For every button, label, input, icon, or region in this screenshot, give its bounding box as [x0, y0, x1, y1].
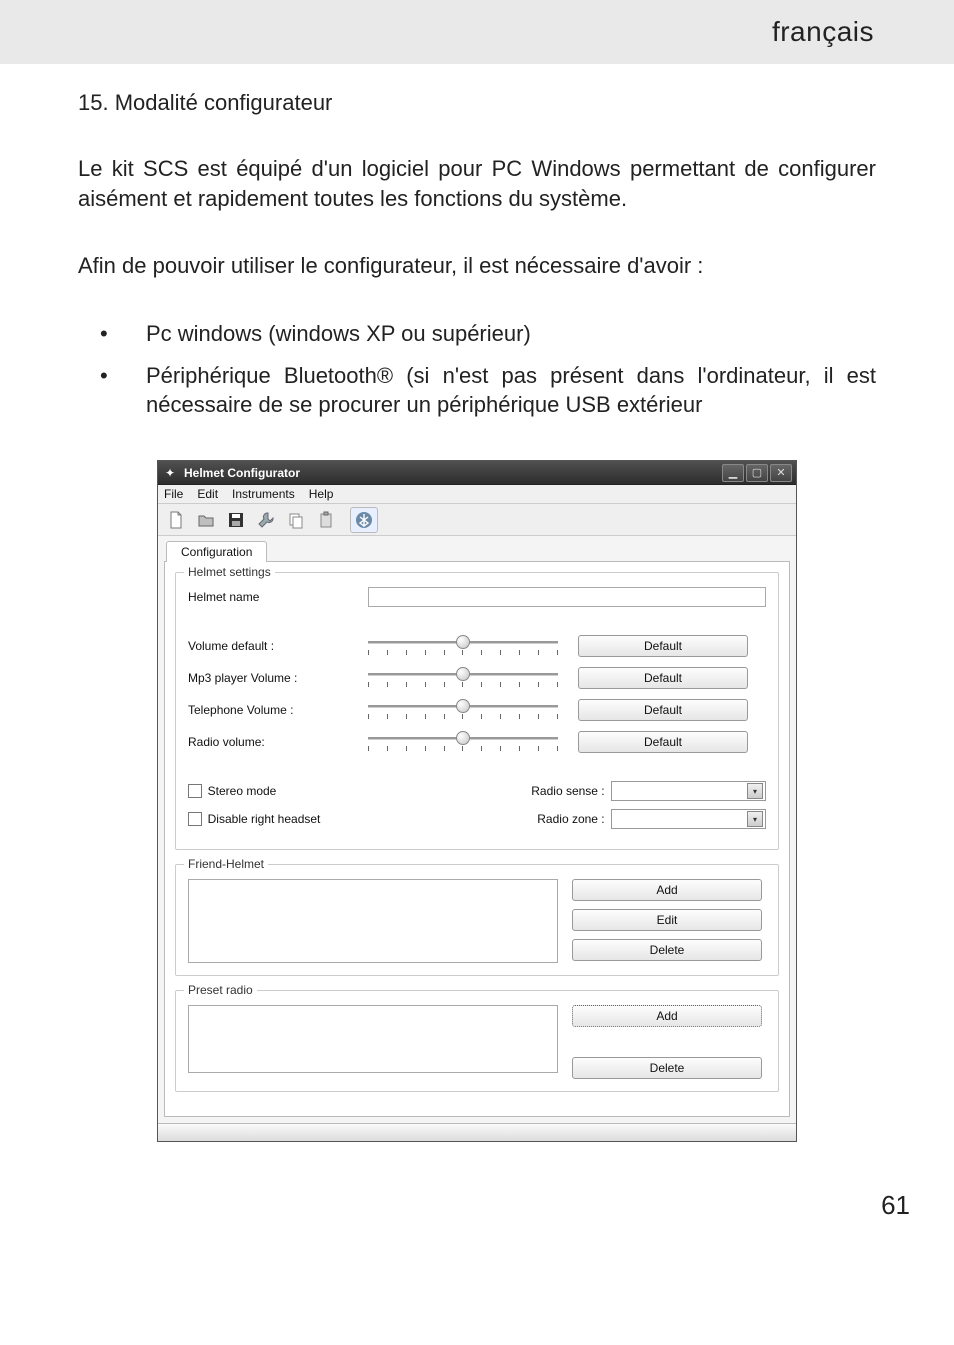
requirements-list: Pc windows (windows XP ou supérieur) Pér…	[90, 319, 876, 420]
minimize-button[interactable]: ▁	[722, 464, 744, 482]
group-legend: Friend-Helmet	[184, 857, 268, 871]
preset-radio-group: Preset radio Add Delete	[175, 990, 779, 1092]
paste-icon	[317, 511, 335, 529]
friend-helmet-group: Friend-Helmet Add Edit Delete	[175, 864, 779, 976]
volume-default-reset[interactable]: Default	[578, 635, 748, 657]
list-item: Pc windows (windows XP ou supérieur)	[90, 319, 876, 349]
titlebar: ✦ Helmet Configurator ▁ ▢ ✕	[158, 461, 796, 485]
window-title: Helmet Configurator	[184, 466, 300, 480]
tab-strip: Configuration	[158, 536, 796, 561]
bluetooth-icon	[355, 511, 373, 529]
radio-volume-reset[interactable]: Default	[578, 731, 748, 753]
radio-volume-slider[interactable]	[368, 731, 558, 753]
copy-icon	[287, 511, 305, 529]
radio-sense-select[interactable]: ▾	[611, 781, 766, 801]
list-item: Périphérique Bluetooth® (si n'est pas pr…	[90, 361, 876, 420]
app-icon: ✦	[162, 465, 178, 481]
radio-zone-label: Radio zone :	[508, 812, 605, 826]
statusbar	[158, 1123, 796, 1141]
menu-instruments[interactable]: Instruments	[232, 487, 295, 501]
new-file-button[interactable]	[162, 507, 190, 533]
bluetooth-button[interactable]	[350, 507, 378, 533]
tab-pane: Helmet settings Helmet name Volume defau…	[164, 561, 790, 1117]
preset-listbox[interactable]	[188, 1005, 558, 1073]
group-legend: Helmet settings	[184, 565, 275, 579]
page-header: français	[0, 0, 954, 64]
mp3-volume-label: Mp3 player Volume :	[188, 671, 368, 685]
open-button[interactable]	[192, 507, 220, 533]
section-title: 15. Modalité configurateur	[78, 90, 876, 116]
requirements-paragraph: Afin de pouvoir utiliser le configurateu…	[78, 251, 876, 281]
group-legend: Preset radio	[184, 983, 257, 997]
save-icon	[227, 511, 245, 529]
telephone-volume-label: Telephone Volume :	[188, 703, 368, 717]
friend-delete-button[interactable]: Delete	[572, 939, 762, 961]
preset-delete-button[interactable]: Delete	[572, 1057, 762, 1079]
chevron-down-icon: ▾	[747, 811, 763, 827]
helmet-name-input[interactable]	[368, 587, 766, 607]
chevron-down-icon: ▾	[747, 783, 763, 799]
toolbar	[158, 504, 796, 536]
maximize-button[interactable]: ▢	[746, 464, 768, 482]
save-button[interactable]	[222, 507, 250, 533]
menu-edit[interactable]: Edit	[197, 487, 218, 501]
helmet-name-label: Helmet name	[188, 590, 368, 604]
telephone-volume-reset[interactable]: Default	[578, 699, 748, 721]
paste-button[interactable]	[312, 507, 340, 533]
menubar: File Edit Instruments Help	[158, 485, 796, 504]
radio-zone-select[interactable]: ▾	[611, 809, 766, 829]
radio-sense-label: Radio sense :	[508, 784, 605, 798]
tool-icon	[257, 511, 275, 529]
helmet-settings-group: Helmet settings Helmet name Volume defau…	[175, 572, 779, 850]
menu-file[interactable]: File	[164, 487, 183, 501]
telephone-volume-slider[interactable]	[368, 699, 558, 721]
new-file-icon	[167, 511, 185, 529]
friend-listbox[interactable]	[188, 879, 558, 963]
stereo-mode-checkbox[interactable]	[188, 784, 202, 798]
tool-button[interactable]	[252, 507, 280, 533]
friend-add-button[interactable]: Add	[572, 879, 762, 901]
copy-button[interactable]	[282, 507, 310, 533]
menu-help[interactable]: Help	[309, 487, 334, 501]
app-window: ✦ Helmet Configurator ▁ ▢ ✕ File Edit In…	[157, 460, 797, 1142]
volume-default-label: Volume default :	[188, 639, 368, 653]
tab-configuration[interactable]: Configuration	[166, 541, 267, 562]
mp3-volume-slider[interactable]	[368, 667, 558, 689]
volume-default-slider[interactable]	[368, 635, 558, 657]
intro-paragraph: Le kit SCS est équipé d'un logiciel pour…	[78, 154, 876, 213]
radio-volume-label: Radio volume:	[188, 735, 368, 749]
open-folder-icon	[197, 511, 215, 529]
disable-right-headset-checkbox[interactable]	[188, 812, 202, 826]
preset-add-button[interactable]: Add	[572, 1005, 762, 1027]
disable-right-headset-label: Disable right headset	[208, 812, 508, 826]
mp3-volume-reset[interactable]: Default	[578, 667, 748, 689]
close-button[interactable]: ✕	[770, 464, 792, 482]
page-number: 61	[0, 1162, 954, 1247]
friend-edit-button[interactable]: Edit	[572, 909, 762, 931]
stereo-mode-label: Stereo mode	[208, 784, 508, 798]
language-label: français	[772, 16, 874, 48]
